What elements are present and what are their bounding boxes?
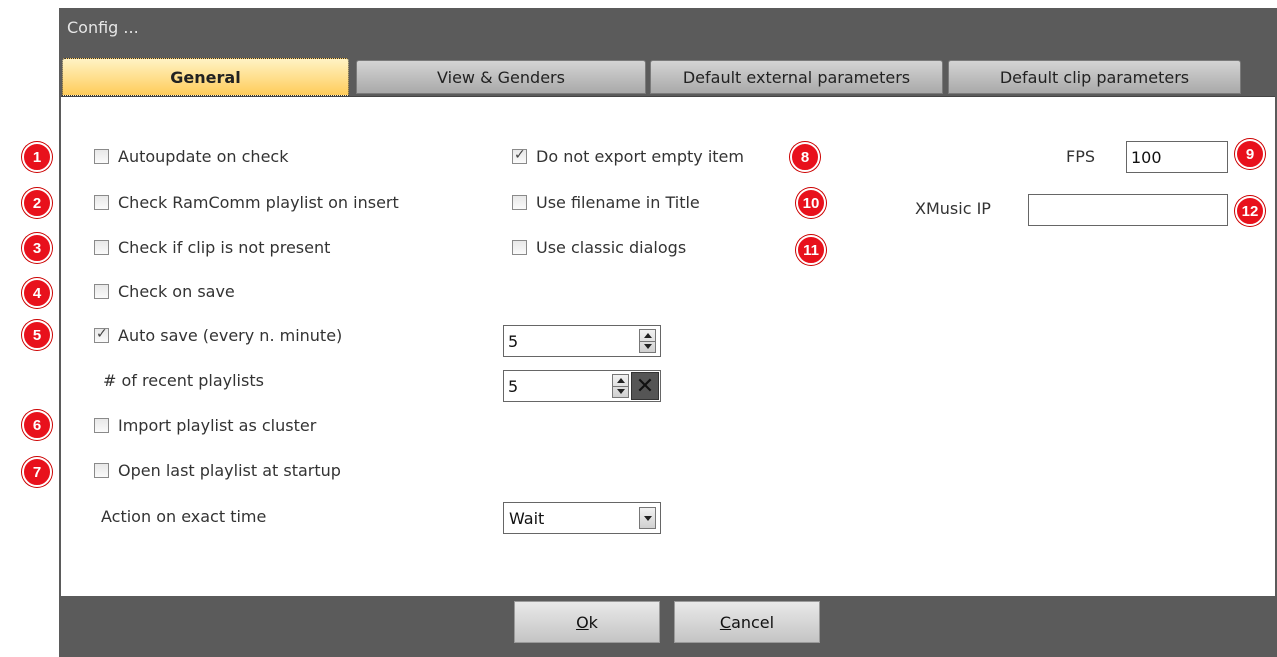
check-save-label: Check on save [118, 282, 235, 301]
callout-badge-3: 3 [22, 233, 52, 263]
open-last-checkbox[interactable] [94, 463, 109, 478]
chevron-down-icon[interactable] [639, 507, 656, 529]
xmusic-ip-row: XMusic IP [915, 199, 991, 218]
cancel-accel: C [719, 612, 732, 632]
callout-badge-8: 8 [790, 142, 820, 172]
check-clip-label: Check if clip is not present [118, 238, 331, 257]
auto-save-minutes-stepper[interactable]: 5 [503, 325, 661, 357]
classic-dialogs-label: Use classic dialogs [536, 238, 687, 257]
auto-save-label: Auto save (every n. minute) [118, 326, 343, 345]
filename-title-checkbox[interactable] [512, 195, 527, 210]
open-last-option[interactable]: Open last playlist at startup [94, 461, 341, 480]
callout-badge-9: 9 [1235, 139, 1265, 169]
dialog-footer [59, 596, 1277, 657]
cancel-button[interactable]: Cancel [674, 601, 820, 643]
action-exact-time-row: Action on exact time [101, 507, 266, 526]
cancel-label: ancel [731, 612, 775, 632]
fps-row: FPS [1066, 147, 1095, 166]
xmusic-ip-input[interactable] [1028, 194, 1228, 226]
recent-playlists-value[interactable]: 5 [504, 377, 612, 396]
fps-input[interactable]: 100 [1126, 141, 1228, 173]
import-cluster-option[interactable]: Import playlist as cluster [94, 416, 316, 435]
autoupdate-label: Autoupdate on check [118, 147, 289, 166]
import-cluster-checkbox[interactable] [94, 418, 109, 433]
action-exact-time-label: Action on exact time [101, 507, 267, 526]
filename-title-label: Use filename in Title [536, 193, 700, 212]
xmusic-ip-label: XMusic IP [915, 199, 991, 218]
classic-dialogs-checkbox[interactable] [512, 240, 527, 255]
callout-badge-7: 7 [22, 457, 52, 487]
callout-badge-5: 5 [22, 320, 52, 350]
tab-view-genders[interactable]: View & Genders [356, 60, 646, 94]
open-last-label: Open last playlist at startup [118, 461, 341, 480]
check-ramcomm-label: Check RamComm playlist on insert [118, 193, 399, 212]
tab-default-external-parameters[interactable]: Default external parameters [650, 60, 943, 94]
ok-button[interactable]: Ok [514, 601, 660, 643]
recent-playlists-row: # of recent playlists [103, 371, 264, 390]
auto-save-option[interactable]: Auto save (every n. minute) [94, 326, 342, 345]
no-export-empty-checkbox[interactable] [512, 147, 527, 164]
check-save-option[interactable]: Check on save [94, 282, 235, 301]
tab-general[interactable]: General [62, 58, 349, 96]
clear-icon[interactable]: ✕ [631, 372, 659, 400]
callout-badge-1: 1 [22, 142, 52, 172]
callout-badge-10: 10 [796, 188, 826, 218]
callout-badge-6: 6 [22, 410, 52, 440]
ok-label: k [588, 612, 598, 632]
check-clip-checkbox[interactable] [94, 240, 109, 255]
auto-save-checkbox[interactable] [94, 326, 109, 343]
callout-badge-12: 12 [1235, 196, 1265, 226]
check-clip-option[interactable]: Check if clip is not present [94, 238, 330, 257]
autoupdate-checkbox[interactable] [94, 149, 109, 164]
filename-title-option[interactable]: Use filename in Title [512, 193, 700, 212]
no-export-empty-option[interactable]: Do not export empty item [512, 147, 744, 166]
callout-badge-2: 2 [22, 188, 52, 218]
action-exact-time-select[interactable]: Wait [503, 502, 661, 534]
check-ramcomm-option[interactable]: Check RamComm playlist on insert [94, 193, 399, 212]
check-ramcomm-checkbox[interactable] [94, 195, 109, 210]
fps-label: FPS [1066, 147, 1096, 166]
autoupdate-option[interactable]: Autoupdate on check [94, 147, 288, 166]
window-title: Config ... [67, 18, 139, 37]
import-cluster-label: Import playlist as cluster [118, 416, 317, 435]
tab-default-clip-parameters[interactable]: Default clip parameters [948, 60, 1241, 94]
check-save-checkbox[interactable] [94, 284, 109, 299]
classic-dialogs-option[interactable]: Use classic dialogs [512, 238, 686, 257]
spin-arrows-icon[interactable] [612, 374, 629, 398]
no-export-empty-label: Do not export empty item [536, 147, 744, 166]
spin-arrows-icon[interactable] [639, 329, 656, 353]
recent-playlists-stepper[interactable]: 5 ✕ [503, 370, 661, 402]
recent-playlists-label: # of recent playlists [103, 371, 264, 390]
callout-badge-11: 11 [796, 235, 826, 265]
auto-save-minutes-value[interactable]: 5 [504, 332, 639, 351]
ok-accel: O [576, 612, 589, 632]
action-exact-time-value: Wait [509, 508, 545, 528]
callout-badge-4: 4 [22, 278, 52, 308]
